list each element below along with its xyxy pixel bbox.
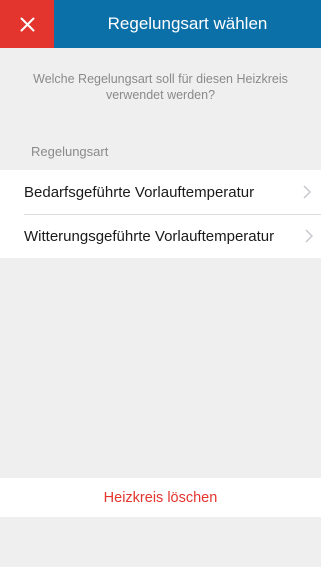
chevron-right-icon <box>303 185 311 199</box>
option-label: Bedarfsgeführte Vorlauftemperatur <box>24 183 255 201</box>
delete-label: Heizkreis löschen <box>103 489 218 506</box>
nav-bar: Regelungsart wählen <box>0 0 321 48</box>
section-title: Regelungsart <box>31 144 109 159</box>
option-bedarfsgefuehrt[interactable]: Bedarfsgeführte Vorlauftemperatur <box>0 170 321 214</box>
page-title: Regelungsart wählen <box>107 14 268 33</box>
delete-heizkreis-button[interactable]: Heizkreis löschen <box>0 478 321 517</box>
option-label: Witterungsgeführte Vorlauftemperatur <box>24 227 275 245</box>
close-icon <box>20 17 34 31</box>
question-text: Welche Regelungsart soll für diesen Heiz… <box>33 72 288 102</box>
option-list: Bedarfsgeführte Vorlauftemperatur Witter… <box>0 170 321 258</box>
chevron-right-icon <box>305 229 313 243</box>
close-button[interactable] <box>0 0 54 48</box>
option-witterungsgefuehrt[interactable]: Witterungsgeführte Vorlauftemperatur <box>0 214 321 258</box>
